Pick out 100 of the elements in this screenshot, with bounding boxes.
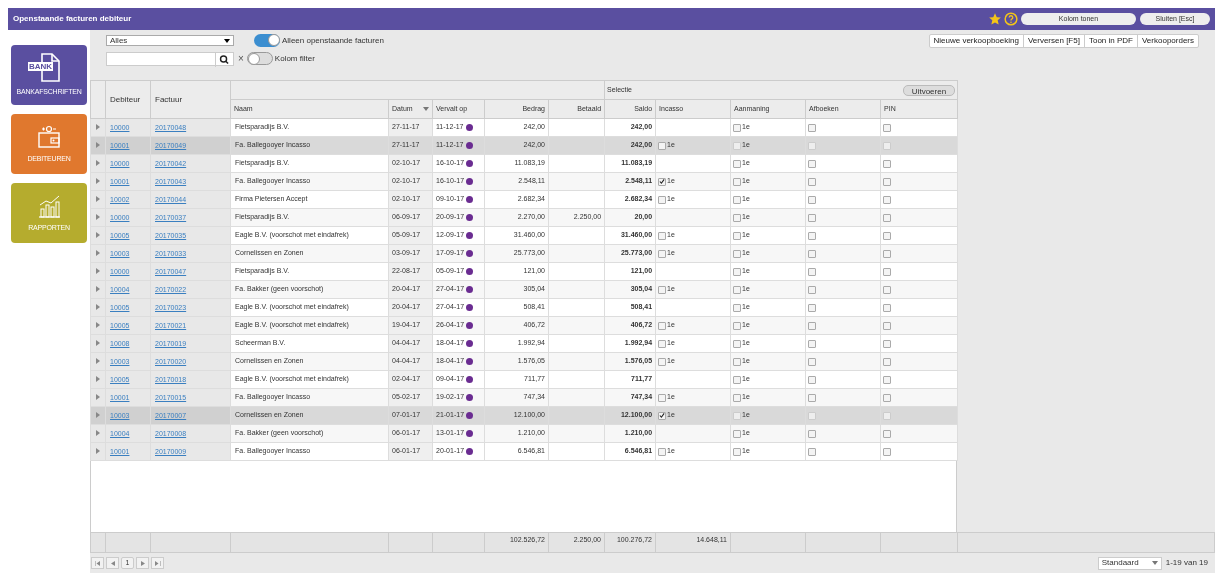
checkbox[interactable] [808, 285, 817, 294]
expand-icon[interactable] [96, 304, 100, 311]
checkbox[interactable] [883, 411, 892, 420]
expand-icon[interactable] [96, 394, 100, 401]
previous-page-button[interactable] [106, 557, 119, 569]
checkbox[interactable] [658, 411, 667, 420]
sort-arrow-icon[interactable] [423, 107, 429, 111]
checkbox[interactable] [883, 231, 892, 240]
checkbox[interactable] [808, 357, 817, 366]
checkbox[interactable] [808, 339, 817, 348]
column-header[interactable]: Factuur [150, 80, 231, 119]
toggle-switch[interactable] [254, 34, 280, 47]
checkbox[interactable] [658, 177, 667, 186]
checkbox[interactable] [658, 249, 667, 258]
last-page-button[interactable] [151, 557, 164, 569]
view-dropdown[interactable]: Standaard [1097, 556, 1162, 570]
first-page-button[interactable] [91, 557, 104, 569]
checkbox[interactable] [883, 339, 892, 348]
checkbox[interactable] [883, 267, 892, 276]
checkbox[interactable] [733, 213, 742, 222]
checkbox[interactable] [658, 195, 667, 204]
checkbox[interactable] [883, 249, 892, 258]
checkbox[interactable] [808, 429, 817, 438]
toolbar-button[interactable]: Toon in PDF [1083, 35, 1137, 47]
checkbox[interactable] [883, 195, 892, 204]
checkbox[interactable] [733, 393, 742, 402]
checkbox[interactable] [733, 267, 742, 276]
checkbox[interactable] [733, 159, 742, 168]
checkbox[interactable] [883, 429, 892, 438]
checkbox[interactable] [883, 357, 892, 366]
checkbox[interactable] [733, 321, 742, 330]
star-icon[interactable] [988, 12, 1002, 26]
expand-icon[interactable] [96, 358, 100, 365]
expand-icon[interactable] [96, 232, 100, 239]
filter-dropdown[interactable]: Alles [106, 35, 234, 46]
expand-icon[interactable] [96, 178, 100, 185]
clear-button[interactable]: × [238, 51, 244, 66]
checkbox[interactable] [883, 123, 892, 132]
expand-icon[interactable] [96, 196, 100, 203]
expand-icon[interactable] [96, 448, 100, 455]
checkbox[interactable] [733, 447, 742, 456]
run-button[interactable]: Uitvoeren [902, 84, 956, 96]
checkbox[interactable] [733, 357, 742, 366]
checkbox[interactable] [883, 321, 892, 330]
checkbox[interactable] [883, 303, 892, 312]
checkbox[interactable] [883, 213, 892, 222]
checkbox[interactable] [883, 141, 892, 150]
checkbox[interactable] [733, 285, 742, 294]
checkbox[interactable] [733, 231, 742, 240]
checkbox[interactable] [883, 285, 892, 294]
search-field[interactable] [106, 51, 234, 66]
toggle-switch[interactable] [246, 52, 273, 65]
checkbox[interactable] [733, 195, 742, 204]
expand-icon[interactable] [96, 214, 100, 221]
expand-icon[interactable] [96, 376, 100, 383]
checkbox[interactable] [733, 411, 742, 420]
expand-icon[interactable] [96, 412, 100, 419]
checkbox[interactable] [808, 393, 817, 402]
expand-icon[interactable] [96, 160, 100, 167]
checkbox[interactable] [733, 339, 742, 348]
column-header[interactable]: Debiteur [105, 80, 151, 119]
checkbox[interactable] [808, 375, 817, 384]
checkbox[interactable] [658, 447, 667, 456]
checkbox[interactable] [808, 141, 817, 150]
checkbox[interactable] [808, 249, 817, 258]
checkbox[interactable] [808, 195, 817, 204]
checkbox[interactable] [733, 429, 742, 438]
checkbox[interactable] [733, 375, 742, 384]
checkbox[interactable] [808, 213, 817, 222]
checkbox[interactable] [733, 177, 742, 186]
checkbox[interactable] [658, 231, 667, 240]
checkbox[interactable] [658, 339, 667, 348]
checkbox[interactable] [658, 321, 667, 330]
checkbox[interactable] [883, 447, 892, 456]
checkbox[interactable] [808, 321, 817, 330]
expand-icon[interactable] [96, 142, 100, 149]
toolbar-button[interactable]: Nieuwe verkoopboeking [929, 35, 1023, 47]
expand-icon[interactable] [96, 322, 100, 329]
checkbox[interactable] [733, 249, 742, 258]
checkbox[interactable] [808, 447, 817, 456]
next-page-button[interactable] [136, 557, 149, 569]
checkbox[interactable] [658, 285, 667, 294]
expand-icon[interactable] [96, 286, 100, 293]
checkbox[interactable] [658, 357, 667, 366]
checkbox[interactable] [733, 141, 742, 150]
checkbox[interactable] [883, 177, 892, 186]
expand-icon[interactable] [96, 430, 100, 437]
checkbox[interactable] [733, 303, 742, 312]
checkbox[interactable] [808, 231, 817, 240]
checkbox[interactable] [658, 393, 667, 402]
expand-icon[interactable] [96, 250, 100, 257]
expand-icon[interactable] [96, 124, 100, 131]
checkbox[interactable] [733, 123, 742, 132]
checkbox[interactable] [883, 159, 892, 168]
checkbox[interactable] [808, 303, 817, 312]
checkbox[interactable] [808, 159, 817, 168]
checkbox[interactable] [883, 393, 892, 402]
help-icon[interactable] [1004, 12, 1018, 26]
checkbox[interactable] [883, 375, 892, 384]
expand-icon[interactable] [96, 340, 100, 347]
